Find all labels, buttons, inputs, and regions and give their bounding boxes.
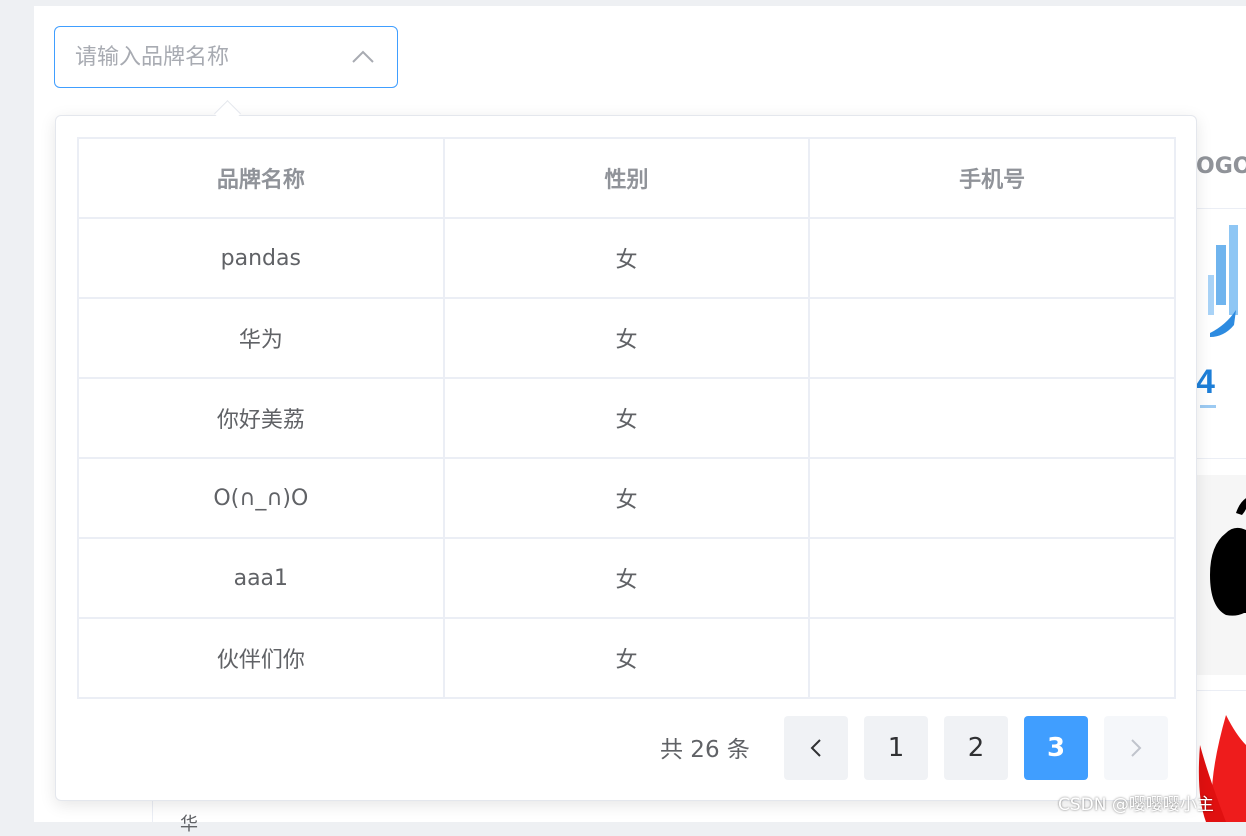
table-row[interactable]: 华为 女	[77, 297, 1176, 379]
cell-gender: 女	[442, 617, 811, 699]
table-header-row: 品牌名称 性别 手机号	[77, 137, 1176, 219]
chevron-left-icon	[810, 739, 821, 757]
svg-text:4: 4	[1196, 363, 1215, 401]
background-column-header: OGO	[1196, 154, 1246, 179]
pagination-next-button[interactable]	[1104, 716, 1168, 780]
cell-brand-name: O(∩_∩)O	[77, 457, 445, 539]
column-header-phone: 手机号	[808, 137, 1176, 219]
cell-gender: 女	[442, 377, 811, 459]
cell-gender: 女	[442, 217, 811, 299]
cell-brand-name: aaa1	[77, 537, 445, 619]
cell-phone	[808, 297, 1176, 379]
chevron-up-icon[interactable]	[349, 45, 377, 69]
brand-table: 品牌名称 性别 手机号 pandas 女 华为 女 你好美荔 女 O(∩_∩)O…	[77, 137, 1176, 699]
cell-brand-name: 伙伴们你	[77, 617, 445, 699]
cell-phone	[808, 617, 1176, 699]
brand-dropdown-popover: 品牌名称 性别 手机号 pandas 女 华为 女 你好美荔 女 O(∩_∩)O…	[55, 115, 1197, 801]
pagination-prev-button[interactable]	[784, 716, 848, 780]
cell-phone	[808, 377, 1176, 459]
table-row[interactable]: pandas 女	[77, 217, 1176, 299]
pagination-page-2[interactable]: 2	[944, 716, 1008, 780]
brand-search-input[interactable]	[75, 39, 335, 75]
pagination-page-1[interactable]: 1	[864, 716, 928, 780]
chevron-right-icon	[1131, 739, 1142, 757]
watermark-text: CSDN @嘤嘤嘤小主	[1058, 795, 1214, 815]
cell-gender: 女	[442, 537, 811, 619]
cell-phone	[808, 217, 1176, 299]
background-cell-text: 华	[180, 814, 198, 835]
table-row[interactable]: O(∩_∩)O 女	[77, 457, 1176, 539]
apple-logo-image	[1196, 475, 1246, 675]
table-row[interactable]: 你好美荔 女	[77, 377, 1176, 459]
background-cell-divider	[152, 800, 153, 822]
pagination-page-3[interactable]: 3	[1024, 716, 1088, 780]
brand-logo-image: 4	[1196, 225, 1246, 415]
pagination-total: 共 26 条	[660, 737, 750, 763]
cell-brand-name: 你好美荔	[77, 377, 445, 459]
cell-phone	[808, 537, 1176, 619]
column-header-brand-name: 品牌名称	[77, 137, 445, 219]
brand-search-select[interactable]	[54, 26, 398, 88]
cell-brand-name: pandas	[77, 217, 445, 299]
table-row[interactable]: 伙伴们你 女	[77, 617, 1176, 699]
cell-phone	[808, 457, 1176, 539]
cell-gender: 女	[442, 457, 811, 539]
table-row[interactable]: aaa1 女	[77, 537, 1176, 619]
cell-brand-name: 华为	[77, 297, 445, 379]
cell-gender: 女	[442, 297, 811, 379]
column-header-gender: 性别	[442, 137, 811, 219]
